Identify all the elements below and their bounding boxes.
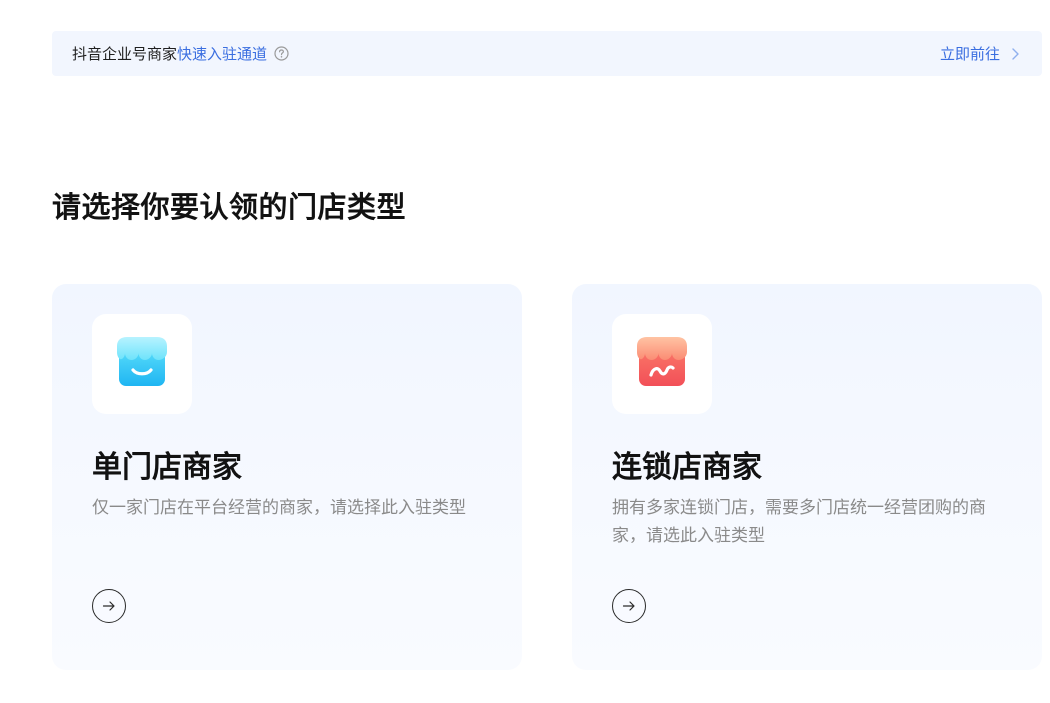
chain-store-card[interactable]: 连锁店商家 拥有多家连锁门店，需要多门店统一经营团购的商家，请选此入驻类型: [572, 284, 1042, 670]
arrow-right-button[interactable]: [612, 589, 646, 623]
go-now-button[interactable]: 立即前往: [940, 43, 1020, 64]
fast-entry-link[interactable]: 快速入驻通道: [177, 43, 267, 64]
go-now-label: 立即前往: [939, 45, 1000, 63]
arrow-right-button[interactable]: [92, 589, 126, 623]
card-description: 拥有多家连锁门店，需要多门店统一经营团购的商家，请选此入驻类型: [612, 498, 986, 546]
card-title: 单门店商家: [92, 450, 242, 485]
store-icon: [633, 334, 691, 394]
page-title: 请选择你要认领的门店类型: [52, 190, 407, 224]
banner-text-group: 抖音企业号商家 快速入驻通道: [72, 43, 289, 64]
chevron-right-icon: [1010, 47, 1020, 61]
card-icon-container: [92, 314, 192, 414]
store-icon: [113, 334, 171, 394]
card-title: 连锁店商家: [612, 450, 762, 485]
arrow-right-icon: [622, 601, 635, 611]
single-store-card[interactable]: 单门店商家 仅一家门店在平台经营的商家，请选择此入驻类型: [52, 284, 522, 670]
page: 抖音企业号商家 快速入驻通道 立即前往 请选择你要认领的门店类型 单门店商家 仅…: [0, 0, 1050, 703]
enterprise-banner: 抖音企业号商家 快速入驻通道 立即前往: [52, 31, 1042, 76]
card-icon-container: [612, 314, 712, 414]
help-icon[interactable]: [274, 46, 289, 61]
card-description: 仅一家门店在平台经营的商家，请选择此入驻类型: [92, 498, 466, 518]
arrow-right-icon: [102, 601, 115, 611]
banner-prefix: 抖音企业号商家: [72, 45, 178, 63]
